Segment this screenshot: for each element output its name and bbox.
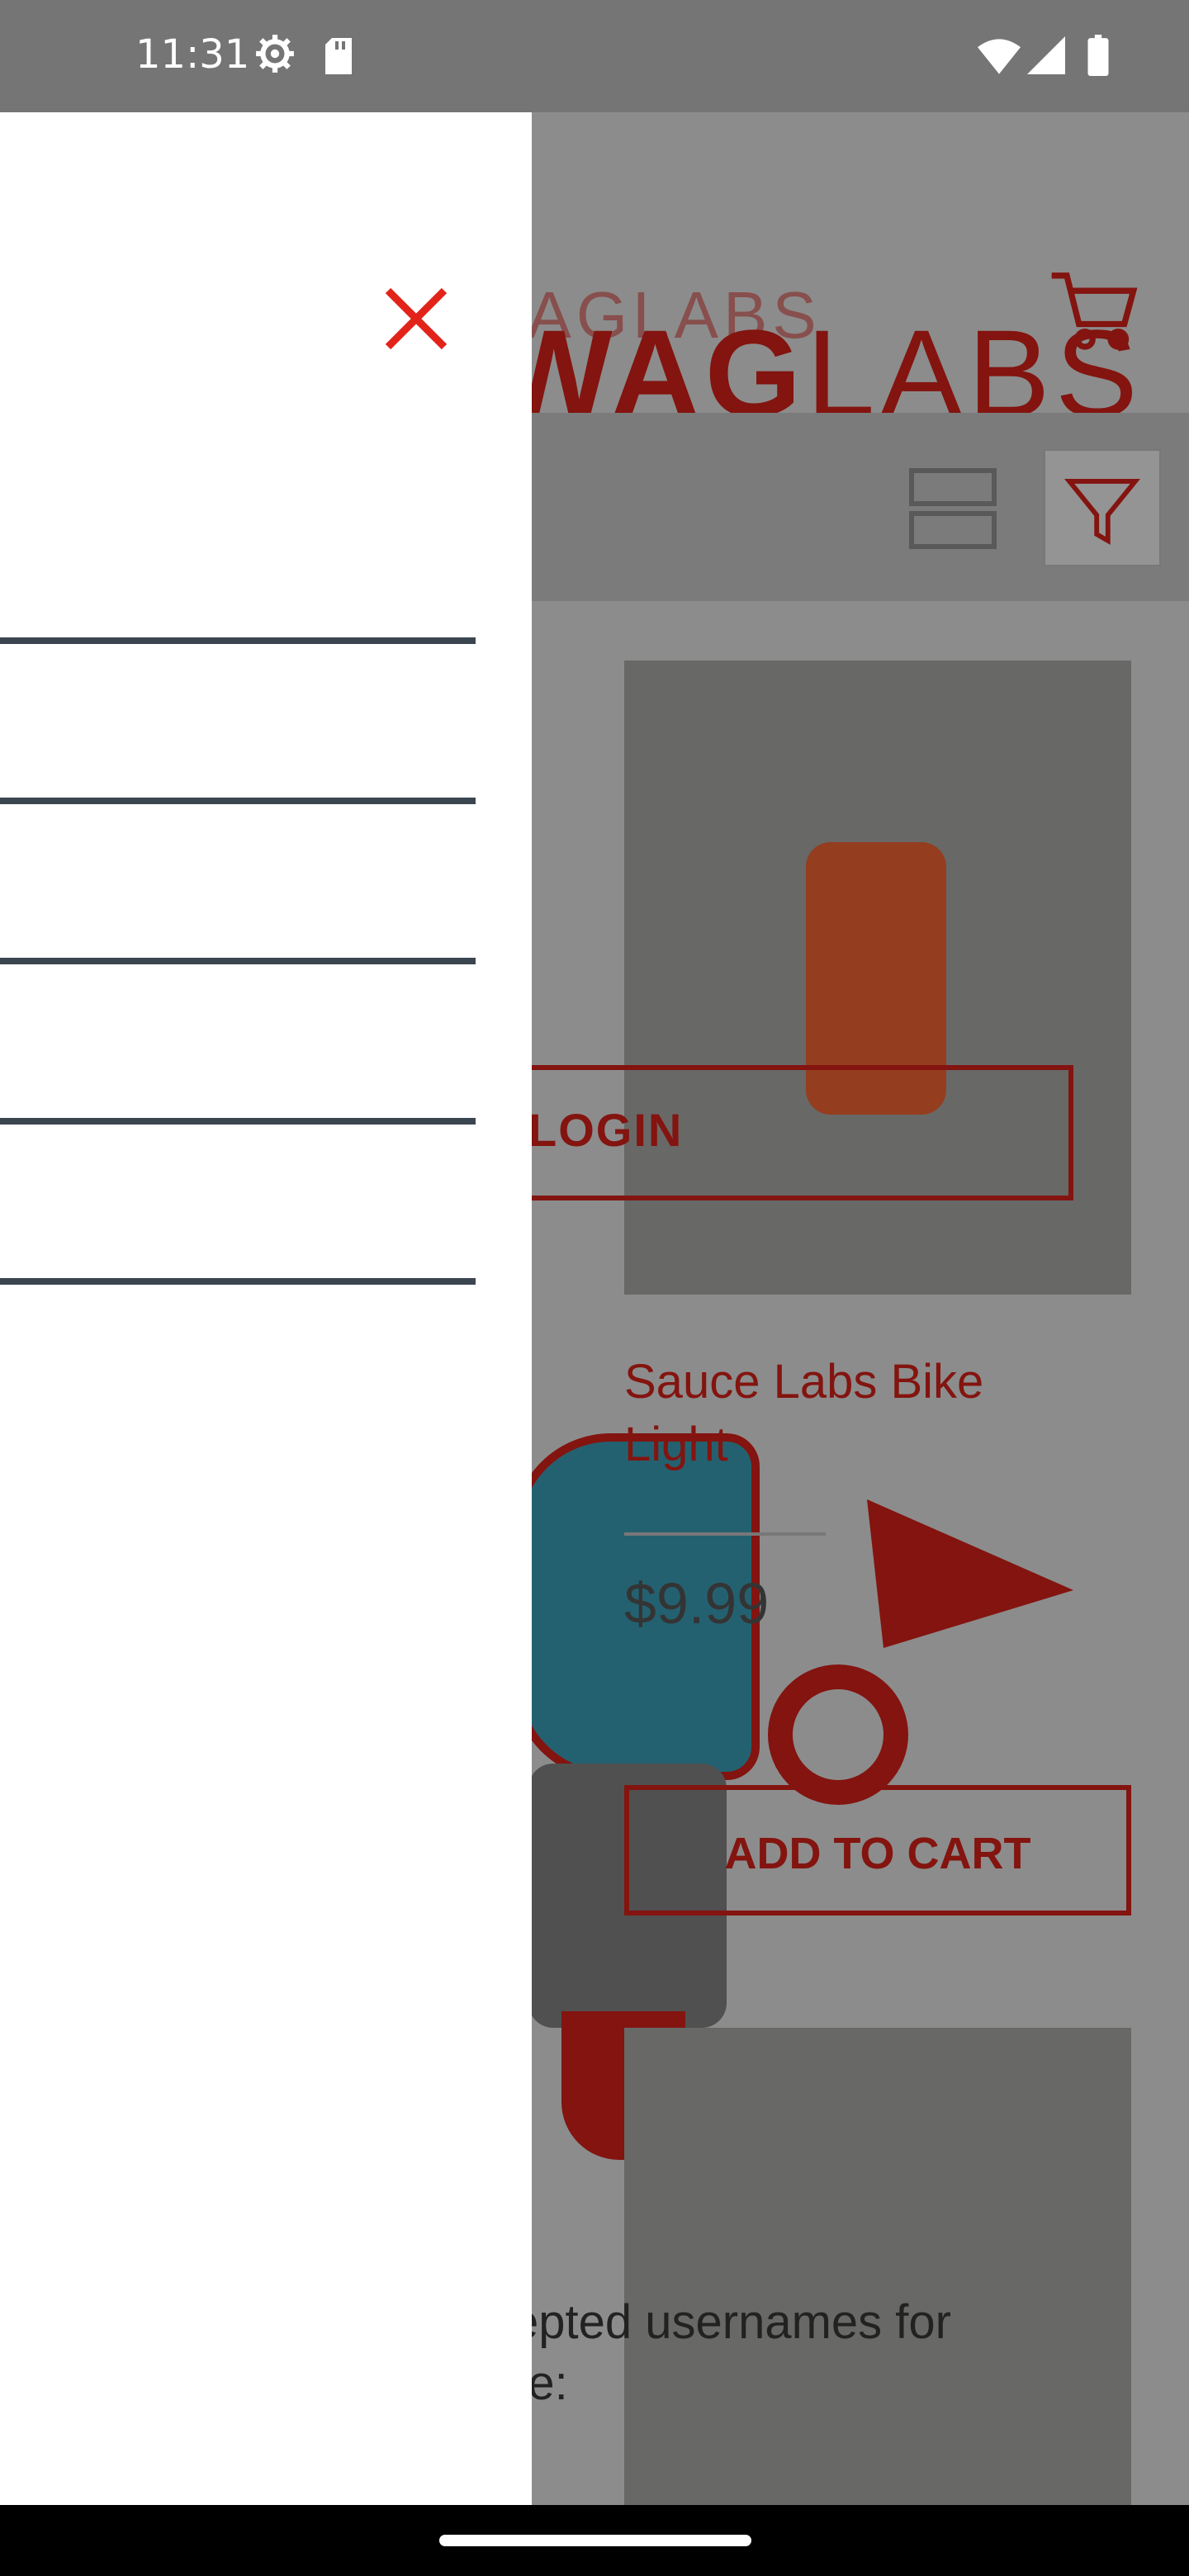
battery-icon <box>1087 35 1109 76</box>
side-drawer <box>0 112 532 2505</box>
status-time: 11:31 <box>135 31 250 78</box>
drawer-item-2[interactable] <box>0 644 476 804</box>
drawer-divider <box>0 1118 476 1125</box>
drawer-item-4[interactable] <box>0 964 476 1125</box>
status-bar: 11:31 <box>0 0 1189 112</box>
drawer-item-1[interactable] <box>0 484 476 644</box>
cellular-icon <box>1027 36 1065 74</box>
drawer-divider <box>0 1278 476 1285</box>
sd-card-icon <box>325 38 352 74</box>
gear-icon <box>256 35 294 73</box>
drawer-item-3[interactable] <box>0 804 476 964</box>
close-icon[interactable] <box>370 272 462 365</box>
gesture-handle[interactable] <box>439 2535 751 2546</box>
drawer-divider <box>0 798 476 804</box>
wifi-icon <box>978 39 1021 74</box>
drawer-divider <box>0 958 476 964</box>
drawer-item-5[interactable] <box>0 1125 476 1285</box>
drawer-divider <box>0 637 476 644</box>
